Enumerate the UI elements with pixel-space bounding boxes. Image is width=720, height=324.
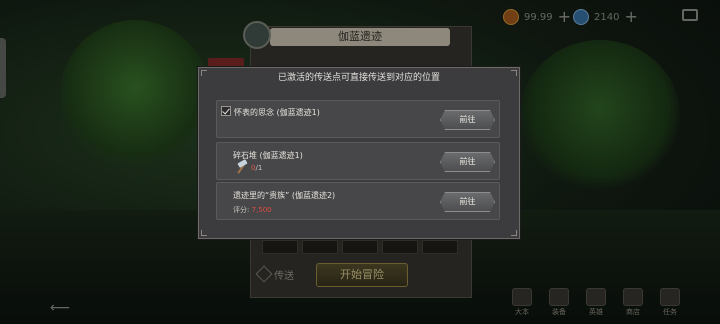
score-label: 评分: — [233, 206, 250, 214]
hammer-icon — [235, 159, 249, 174]
teleport-modal: 已激活的传送点可直接传送到对应的位置 怀表的思念 (伽蓝遗迹1) 前往 碎石堆 … — [198, 67, 520, 239]
teleport-point-row: 碎石堆 (伽蓝遗迹1) 0/1 前往 — [216, 142, 500, 180]
item-need: /1 — [255, 164, 263, 172]
item-count: 0/1 — [251, 164, 262, 172]
teleport-point-title: 怀表的思念 (伽蓝遗迹1) — [234, 108, 320, 117]
score-requirement: 评分: 7,500 — [233, 205, 272, 215]
go-button[interactable]: 前往 — [440, 110, 495, 130]
go-button[interactable]: 前往 — [440, 192, 495, 212]
go-button[interactable]: 前往 — [440, 152, 495, 172]
modal-header: 已激活的传送点可直接传送到对应的位置 — [277, 73, 440, 83]
frame-corner — [511, 230, 517, 236]
teleport-point-row: 遗迹里的“贵族” (伽蓝遗迹2) 评分: 7,500 前往 — [216, 182, 500, 220]
activated-checkbox — [221, 106, 231, 116]
teleport-point-row: 怀表的思念 (伽蓝遗迹1) 前往 — [216, 100, 500, 138]
frame-corner — [201, 230, 207, 236]
teleport-point-title: 遗迹里的“贵族” (伽蓝遗迹2) — [233, 191, 336, 200]
score-value: 7,500 — [251, 206, 272, 214]
